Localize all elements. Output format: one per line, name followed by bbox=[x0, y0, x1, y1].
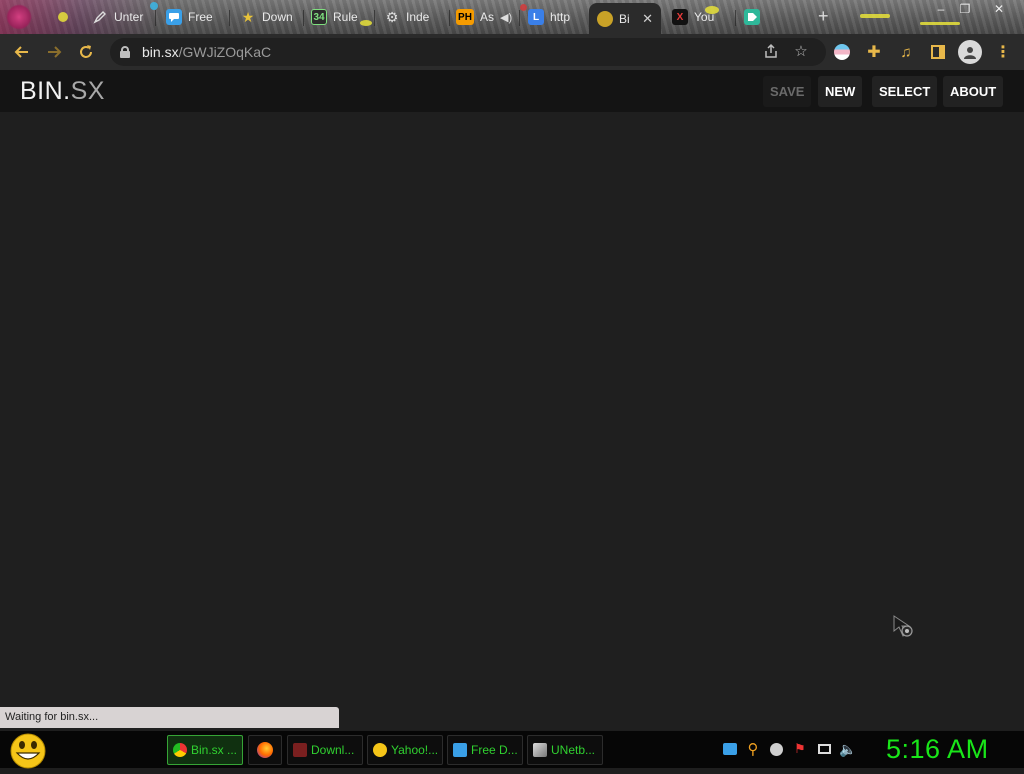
menu-kebab-icon[interactable]: ⋮ bbox=[993, 42, 1013, 62]
gear-icon: ⚙ bbox=[385, 8, 399, 25]
x-icon: X bbox=[672, 9, 688, 25]
taskbar-item-yahoo[interactable]: Yahoo!... bbox=[367, 735, 443, 765]
site-header: BIN.SX SAVE NEW SELECT ABOUT bbox=[0, 70, 1024, 112]
bookmark-star-icon[interactable]: ☆ bbox=[792, 43, 810, 61]
tab-http[interactable]: L http bbox=[520, 4, 592, 30]
about-button[interactable]: ABOUT bbox=[943, 76, 1004, 107]
close-tab-icon[interactable]: ✕ bbox=[642, 11, 653, 27]
mouse-cursor-icon bbox=[892, 615, 920, 646]
wallpaper-splat bbox=[58, 12, 68, 22]
bin-icon bbox=[597, 10, 613, 27]
34-icon: 34 bbox=[311, 9, 327, 25]
taskbar-clock[interactable]: 5:16 AM bbox=[886, 734, 989, 765]
select-button[interactable]: SELECT bbox=[872, 76, 938, 107]
reload-button[interactable] bbox=[70, 36, 102, 68]
taskbar-item-label: Yahoo!... bbox=[391, 743, 439, 757]
tab-label: As bbox=[480, 10, 495, 24]
side-panel-icon[interactable] bbox=[928, 42, 948, 62]
yahoo-smiley-icon bbox=[373, 743, 387, 757]
tab-tag[interactable] bbox=[736, 4, 812, 30]
address-bar[interactable]: bin.sx/GWJiZOqKaC ☆ bbox=[110, 38, 826, 66]
mute-icon[interactable]: ◀) bbox=[500, 11, 512, 24]
url-path: /GWJiZOqKaC bbox=[178, 44, 272, 60]
lock-icon[interactable] bbox=[120, 46, 130, 58]
logo-suffix-text: SX bbox=[70, 77, 105, 105]
tab-label: Inde bbox=[406, 10, 430, 24]
tab-free[interactable]: Free bbox=[158, 4, 230, 30]
tab-label: Down bbox=[262, 10, 293, 24]
media-playlist-icon[interactable]: ♫ bbox=[896, 42, 916, 62]
arrow-left-icon bbox=[14, 46, 28, 58]
tab-label: Bi bbox=[619, 11, 630, 26]
new-button[interactable]: NEW bbox=[818, 76, 863, 107]
action-center-flag-icon[interactable]: ⚑ bbox=[792, 741, 808, 757]
forward-button[interactable] bbox=[38, 36, 70, 68]
ph-icon: PH bbox=[456, 9, 474, 25]
tag-icon bbox=[744, 9, 760, 25]
tab-you[interactable]: X You bbox=[664, 4, 736, 30]
search-tray-icon[interactable]: ⚲ bbox=[745, 741, 761, 758]
tab-rule[interactable]: 34 Rule bbox=[303, 4, 375, 30]
taskbar-item-chrome[interactable]: Bin.sx ... bbox=[167, 735, 243, 765]
tab-label: Free bbox=[188, 10, 213, 24]
unetbootin-icon bbox=[533, 743, 547, 757]
smiley-start-icon bbox=[10, 733, 46, 769]
tab-label: http bbox=[550, 10, 571, 24]
l-icon: L bbox=[528, 9, 544, 25]
share-icon[interactable] bbox=[762, 43, 780, 61]
restore-button[interactable]: ❐ bbox=[950, 0, 980, 18]
arrow-right-icon bbox=[48, 46, 62, 58]
taskbar-item-firefox[interactable] bbox=[248, 735, 282, 765]
tab-inde[interactable]: ⚙ Inde bbox=[376, 4, 450, 30]
download-icon bbox=[293, 743, 307, 757]
taskbar-item-label: UNetb... bbox=[551, 743, 596, 757]
tab-label: Unter bbox=[114, 10, 144, 24]
url-host: bin.sx bbox=[142, 44, 179, 60]
browser-tab-strip: Unter Free ★ Down 34 Rule ⚙ Inde PH As ◀… bbox=[0, 0, 1024, 34]
chat-icon bbox=[166, 9, 182, 25]
os-taskbar: Bin.sx ... Downl... Yahoo!... Free D... … bbox=[0, 730, 1024, 769]
tab-label: You bbox=[694, 10, 715, 24]
chat-icon bbox=[453, 743, 467, 757]
logo-main-text: BIN. bbox=[20, 77, 71, 105]
new-tab-button[interactable]: + bbox=[818, 6, 829, 27]
start-button[interactable] bbox=[9, 733, 47, 769]
network-icon[interactable] bbox=[816, 741, 832, 757]
save-button[interactable]: SAVE bbox=[763, 76, 812, 107]
wallpaper-splat bbox=[6, 4, 32, 30]
status-bubble: Waiting for bin.sx... bbox=[0, 707, 339, 728]
pen-icon bbox=[92, 9, 108, 25]
paste-content-area[interactable] bbox=[0, 112, 1024, 730]
taskbar-item-downloads[interactable]: Downl... bbox=[287, 735, 363, 765]
taskbar-item-label: Free D... bbox=[471, 743, 518, 757]
browser-toolbar: bin.sx/GWJiZOqKaC ☆ ✚ ♫ ⋮ bbox=[0, 34, 1024, 70]
tab-unter[interactable]: Unter bbox=[84, 4, 156, 30]
tab-as[interactable]: PH As ◀) bbox=[448, 4, 520, 30]
wallpaper-splat bbox=[920, 22, 960, 25]
puzzle-extension-icon[interactable]: ✚ bbox=[864, 42, 884, 62]
status-tray-icon[interactable] bbox=[768, 741, 784, 757]
taskbar-item-free-download[interactable]: Free D... bbox=[447, 735, 523, 765]
messenger-tray-icon[interactable] bbox=[722, 741, 738, 757]
profile-avatar[interactable] bbox=[958, 40, 982, 64]
tab-down[interactable]: ★ Down bbox=[232, 4, 304, 30]
person-icon bbox=[964, 47, 976, 59]
volume-icon[interactable]: 🔈 bbox=[839, 741, 856, 757]
flag-extension-icon[interactable] bbox=[832, 42, 852, 62]
tab-label: Rule bbox=[333, 10, 358, 24]
close-window-button[interactable]: ✕ bbox=[984, 0, 1014, 18]
star-icon: ★ bbox=[241, 8, 255, 25]
wallpaper-splat bbox=[860, 14, 890, 18]
taskbar-item-label: Downl... bbox=[311, 743, 355, 757]
chrome-icon bbox=[173, 743, 187, 757]
reload-icon bbox=[80, 45, 92, 58]
back-button[interactable] bbox=[6, 36, 38, 68]
taskbar-item-label: Bin.sx ... bbox=[191, 743, 238, 757]
taskbar-item-unetbootin[interactable]: UNetb... bbox=[527, 735, 603, 765]
tab-bin-active[interactable]: Bi ✕ bbox=[589, 3, 661, 34]
site-logo[interactable]: BIN.SX bbox=[20, 77, 105, 106]
firefox-icon bbox=[257, 742, 273, 758]
